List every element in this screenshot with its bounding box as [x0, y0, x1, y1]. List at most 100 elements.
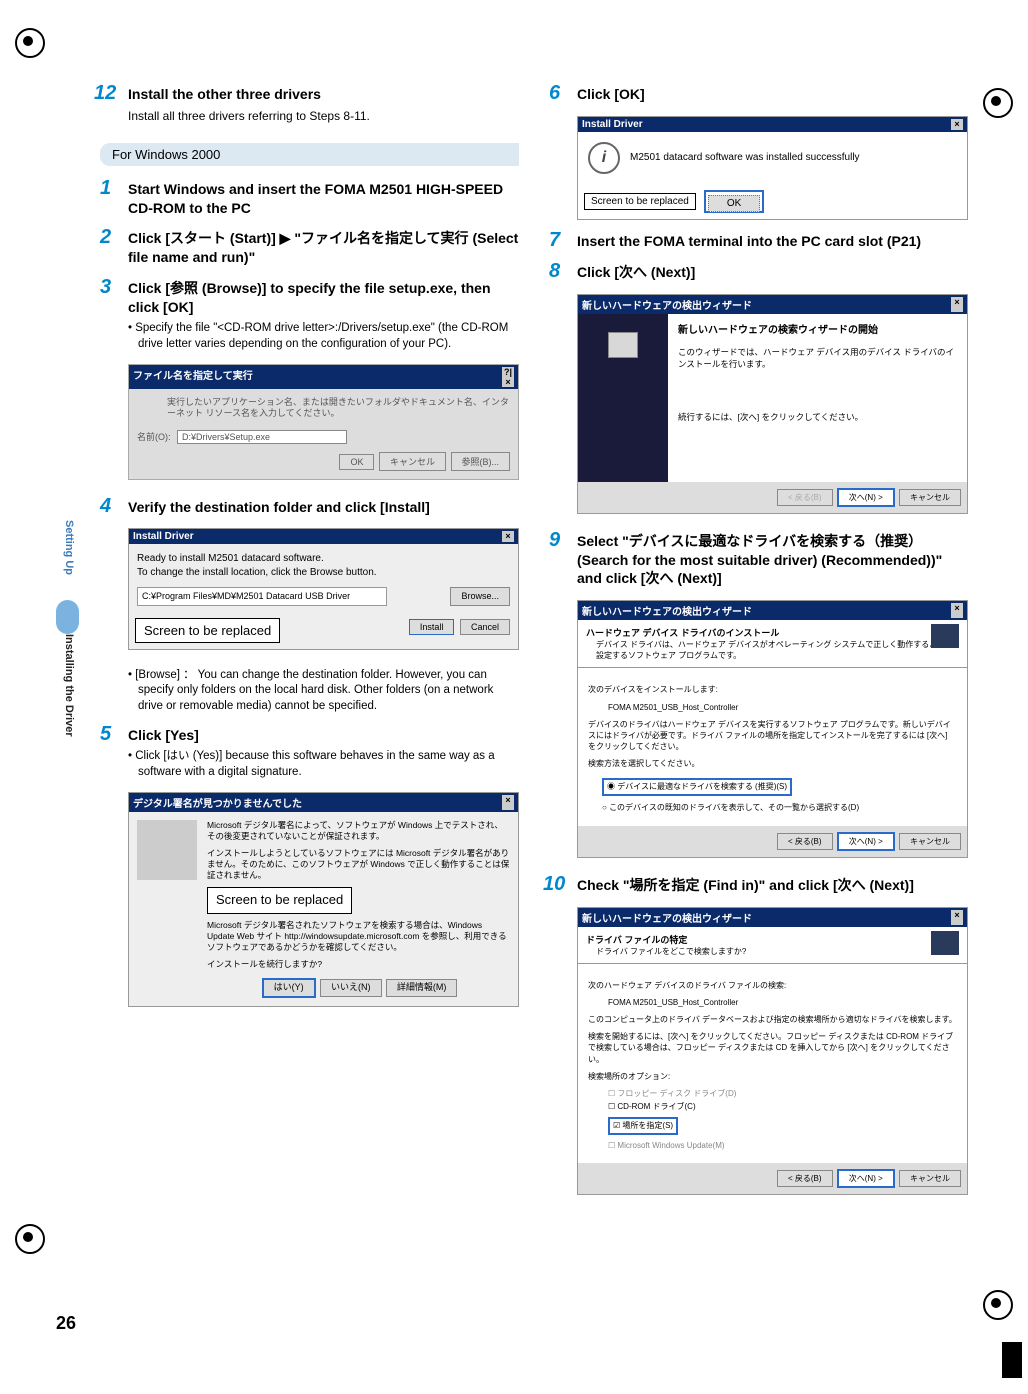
step-body: Install all three drivers referring to S… — [128, 108, 519, 125]
step-1: 1 Start Windows and insert the FOMA M250… — [100, 180, 519, 218]
next-button[interactable]: 次へ(N) > — [837, 832, 895, 851]
warning-icon — [137, 820, 197, 880]
wizard-body-4: 検索場所のオプション: — [588, 1071, 957, 1082]
dialog-titlebar: デジタル署名が見つかりませんでした × — [129, 793, 518, 812]
step-number: 2 — [100, 226, 111, 249]
registration-mark-icon — [15, 1224, 45, 1254]
next-button[interactable]: 次へ(N) > — [837, 1169, 895, 1188]
dialog-titlebar: Install Driver × — [129, 529, 518, 544]
install-text-2: To change the install location, click th… — [137, 566, 510, 580]
close-icon[interactable]: × — [951, 119, 963, 130]
step-number: 9 — [549, 529, 560, 552]
radio-option-recommended[interactable]: ◉ デバイスに最適なドライバを検索する (推奨)(S) — [602, 778, 792, 795]
install-button[interactable]: Install — [409, 619, 455, 635]
step-number: 4 — [100, 495, 111, 518]
run-dialog: ファイル名を指定して実行 ?|× 実行したいアプリケーション名、または開きたいフ… — [128, 364, 519, 480]
hardware-wizard-dialog-1: 新しいハードウェアの検出ウィザード × 新しいハードウェアの検索ウィザードの開始… — [577, 294, 968, 514]
info-icon: i — [588, 142, 620, 174]
dialog-titlebar: Install Driver × — [578, 117, 967, 132]
step-10: 10 Check "場所を指定 (Find in)" and click [次へ… — [549, 876, 968, 895]
wizard-device-name: FOMA M2501_USB_Host_Controller — [608, 997, 957, 1008]
yes-button[interactable]: はい(Y) — [262, 978, 316, 998]
checkbox-cdrom[interactable]: ☐ CD-ROM ドライブ(C) — [608, 1101, 957, 1112]
step-5: 5 Click [Yes] • Click [はい (Yes)] because… — [100, 726, 519, 780]
dialog-titlebar: 新しいハードウェアの検出ウィザード × — [578, 295, 967, 314]
step-number: 12 — [94, 82, 116, 105]
close-icon[interactable]: × — [951, 297, 963, 312]
dialog-title: デジタル署名が見つかりませんでした — [133, 795, 302, 810]
back-button: < 戻る(B) — [777, 489, 833, 506]
wizard-sidebar-image — [578, 314, 668, 482]
cancel-button[interactable]: キャンセル — [899, 489, 961, 506]
step-8: 8 Click [次へ (Next)] — [549, 263, 968, 282]
dialog-titlebar: ファイル名を指定して実行 ?|× — [129, 365, 518, 389]
ok-button[interactable]: OK — [339, 454, 374, 470]
cancel-button[interactable]: キャンセル — [899, 833, 961, 850]
wizard-heading: 新しいハードウェアの検索ウィザードの開始 — [678, 324, 957, 339]
registration-mark-icon — [983, 1290, 1013, 1320]
section-header: For Windows 2000 — [100, 143, 519, 166]
checkbox-windows-update[interactable]: ☐ Microsoft Windows Update(M) — [608, 1140, 957, 1151]
step-number: 5 — [100, 723, 111, 746]
step4-bullet: • [Browse] ： You can change the destinat… — [138, 668, 519, 715]
confirm-message: M2501 datacard software was installed su… — [630, 152, 860, 163]
close-icon[interactable]: × — [502, 531, 514, 542]
run-input[interactable]: D:¥Drivers¥Setup.exe — [177, 430, 347, 444]
wizard-body-1: 次のデバイスをインストールします: — [588, 684, 957, 695]
close-icon[interactable]: × — [951, 603, 963, 618]
confirm-dialog: Install Driver × i M2501 datacard softwa… — [577, 116, 968, 220]
wizard-device-name: FOMA M2501_USB_Host_Controller — [608, 702, 957, 713]
step-title: Verify the destination folder and click … — [128, 498, 519, 517]
ok-button[interactable]: OK — [708, 195, 760, 212]
wizard-body-2: デバイスのドライバはハードウェア デバイスを実行するソフトウェア プログラムです… — [588, 719, 957, 753]
install-path-input[interactable]: C:¥Program Files¥MD¥M2501 Datacard USB D… — [137, 587, 387, 605]
close-icon[interactable]: × — [502, 795, 514, 810]
next-button[interactable]: 次へ(N) > — [837, 488, 895, 507]
cancel-button[interactable]: キャンセル — [379, 452, 446, 471]
hardware-wizard-dialog-2: 新しいハードウェアの検出ウィザード × ハードウェア デバイス ドライバのインス… — [577, 600, 968, 858]
step-title: Click [次へ (Next)] — [577, 263, 968, 282]
step-title: Click [Yes] — [128, 726, 519, 745]
sig-para-4: インストールを続行しますか? — [207, 959, 510, 970]
browse-button[interactable]: Browse... — [450, 587, 510, 605]
step-number: 7 — [549, 229, 560, 252]
page-number: 26 — [56, 1313, 76, 1334]
device-icon — [608, 332, 638, 358]
step-number: 8 — [549, 260, 560, 283]
step-title: Insert the FOMA terminal into the PC car… — [577, 232, 968, 251]
checkbox-floppy[interactable]: ☐ フロッピー ディスク ドライブ(D) — [608, 1088, 957, 1099]
dialog-title: 新しいハードウェアの検出ウィザード — [582, 603, 752, 618]
side-label-subsection: Installing the Driver — [63, 634, 75, 737]
callout-label: Screen to be replaced — [584, 193, 696, 210]
checkbox-specify-location[interactable]: ☑ 場所を指定(S) — [608, 1117, 678, 1134]
step-title: Check "場所を指定 (Find in)" and click [次へ (N… — [577, 876, 968, 895]
step-bullet: • Specify the file "<CD-ROM drive letter… — [138, 321, 519, 352]
signature-dialog: デジタル署名が見つかりませんでした × Microsoft デジタル署名によって… — [128, 792, 519, 1007]
dialog-titlebar: 新しいハードウェアの検出ウィザード × — [578, 601, 967, 620]
step-title: Click [スタート (Start)] ▶ "ファイル名を指定して実行 (Se… — [128, 229, 519, 267]
back-button[interactable]: < 戻る(B) — [777, 1170, 833, 1187]
wizard-body-2: このコンピュータ上のドライバ データベースおよび指定の検索場所から適切なドライバ… — [588, 1014, 957, 1025]
more-info-button[interactable]: 詳細情報(M) — [386, 979, 458, 997]
sig-para-2: インストールしようとしているソフトウェアには Microsoft デジタル署名が… — [207, 848, 510, 881]
cancel-button[interactable]: Cancel — [460, 619, 510, 635]
side-tab-pill — [56, 600, 79, 634]
radio-option-list[interactable]: ○ このデバイスの既知のドライバを表示して、その一覧から選択する(D) — [602, 802, 957, 813]
dialog-title: ファイル名を指定して実行 — [133, 367, 253, 387]
no-button[interactable]: いいえ(N) — [320, 979, 382, 997]
install-text-1: Ready to install M2501 datacard software… — [137, 552, 510, 566]
browse-button[interactable]: 参照(B)... — [451, 452, 511, 471]
step-title: Click [OK] — [577, 85, 968, 104]
close-icon[interactable]: × — [951, 910, 963, 925]
dialog-title: 新しいハードウェアの検出ウィザード — [582, 297, 752, 312]
dialog-title: 新しいハードウェアの検出ウィザード — [582, 910, 752, 925]
back-button[interactable]: < 戻る(B) — [777, 833, 833, 850]
cancel-button[interactable]: キャンセル — [899, 1170, 961, 1187]
wizard-header-subtitle: デバイス ドライバは、ハードウェア デバイスがオペレーティング システムで正しく… — [596, 639, 959, 661]
step-3: 3 Click [参照 (Browse)] to specify the fil… — [100, 279, 519, 352]
step-bullet: • Click [はい (Yes)] because this software… — [138, 749, 519, 780]
close-icon[interactable]: ?|× — [502, 367, 514, 387]
wizard-body-3: 検索を開始するには、[次へ] をクリックしてください。フロッピー ディスクまたは… — [588, 1031, 957, 1065]
wizard-header-icon — [931, 624, 959, 648]
wizard-body-3: 検索方法を選択してください。 — [588, 758, 957, 769]
